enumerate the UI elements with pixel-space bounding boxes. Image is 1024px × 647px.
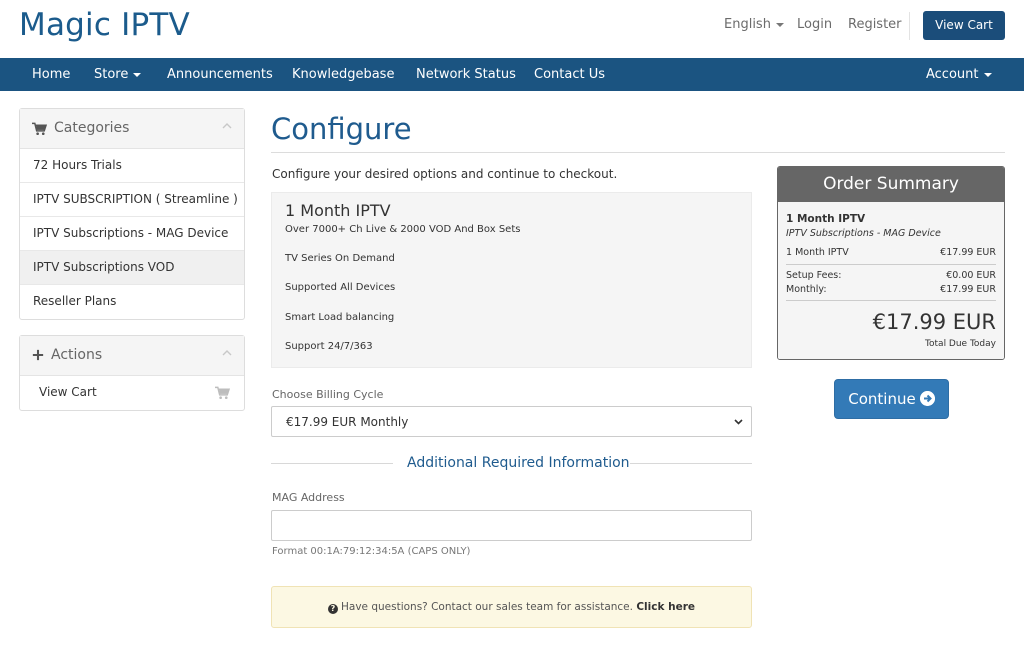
action-view-cart[interactable]: View Cart bbox=[20, 376, 244, 410]
intro-text: Configure your desired options and conti… bbox=[272, 167, 618, 181]
question-circle-icon: ? bbox=[327, 604, 338, 614]
category-item-iptv-subscriptions-mag[interactable]: IPTV Subscriptions - MAG Device bbox=[20, 217, 244, 251]
alert-text: Have questions? Contact our sales team f… bbox=[340, 601, 633, 613]
section-divider-left bbox=[271, 463, 393, 464]
continue-button[interactable]: Continue bbox=[834, 379, 949, 419]
continue-label: Continue bbox=[848, 390, 916, 408]
plus-icon bbox=[32, 349, 44, 361]
site-header: Magic IPTV English Login Register View C… bbox=[0, 0, 1024, 58]
nav-account-label: Account bbox=[926, 67, 979, 82]
language-dropdown[interactable]: English bbox=[724, 17, 784, 32]
product-info-box: 1 Month IPTV Over 7000+ Ch Live & 2000 V… bbox=[271, 192, 752, 368]
summary-line-label: 1 Month IPTV bbox=[786, 247, 849, 258]
nav-contact-us[interactable]: Contact Us bbox=[534, 58, 605, 91]
billing-cycle-select[interactable]: €17.99 EUR Monthly bbox=[271, 406, 752, 437]
additional-info-heading: Additional Required Information bbox=[407, 455, 630, 471]
nav-store-label: Store bbox=[94, 67, 129, 82]
nav-store[interactable]: Store bbox=[94, 58, 142, 91]
summary-setup-value: €0.00 EUR bbox=[946, 270, 996, 281]
summary-line-price: €17.99 EUR bbox=[940, 247, 996, 258]
caret-down-icon bbox=[133, 72, 142, 77]
sales-contact-alert: ? Have questions? Contact our sales team … bbox=[271, 586, 752, 628]
billing-cycle-label: Choose Billing Cycle bbox=[272, 388, 384, 401]
caret-down-icon bbox=[983, 72, 992, 77]
mag-address-label: MAG Address bbox=[272, 491, 345, 504]
language-label: English bbox=[724, 17, 771, 32]
summary-monthly-label: Monthly: bbox=[786, 284, 827, 295]
mag-address-input[interactable] bbox=[271, 510, 752, 541]
caret-down-icon bbox=[775, 22, 784, 27]
view-cart-button[interactable]: View Cart bbox=[923, 11, 1005, 40]
order-summary-title: Order Summary bbox=[778, 167, 1004, 202]
nav-announcements[interactable]: Announcements bbox=[167, 58, 273, 91]
categories-panel-header[interactable]: Categories bbox=[20, 109, 244, 149]
summary-product-name: 1 Month IPTV bbox=[786, 213, 866, 225]
login-link[interactable]: Login bbox=[797, 17, 832, 32]
categories-panel: Categories 72 Hours Trials IPTV SUBSCRIP… bbox=[19, 108, 245, 320]
actions-panel: Actions View Cart bbox=[19, 335, 245, 411]
summary-product-group: IPTV Subscriptions - MAG Device bbox=[786, 228, 941, 239]
site-logo[interactable]: Magic IPTV bbox=[19, 7, 190, 43]
section-divider-right bbox=[630, 463, 752, 464]
actions-panel-header[interactable]: Actions bbox=[20, 336, 244, 376]
actions-title: Actions bbox=[51, 347, 103, 363]
product-feature: Supported All Devices bbox=[285, 282, 396, 293]
summary-total-label: Total Due Today bbox=[925, 339, 996, 349]
category-item-reseller-plans[interactable]: Reseller Plans bbox=[20, 285, 244, 319]
product-name: 1 Month IPTV bbox=[285, 201, 391, 220]
chevron-down-icon bbox=[734, 419, 743, 425]
shopping-cart-icon bbox=[215, 386, 230, 399]
product-feature: Smart Load balancing bbox=[285, 312, 395, 323]
nav-network-status[interactable]: Network Status bbox=[416, 58, 516, 91]
summary-total: €17.99 EUR bbox=[872, 310, 996, 334]
header-divider bbox=[909, 12, 910, 40]
arrow-circle-right-icon bbox=[919, 391, 935, 406]
nav-knowledgebase[interactable]: Knowledgebase bbox=[292, 58, 394, 91]
summary-setup-label: Setup Fees: bbox=[786, 270, 842, 281]
chevron-up-icon[interactable] bbox=[222, 123, 232, 129]
nav-account[interactable]: Account bbox=[926, 58, 992, 91]
summary-divider bbox=[786, 264, 996, 265]
category-item-iptv-subscription-streamline[interactable]: IPTV SUBSCRIPTION ( Streamline ) bbox=[20, 183, 244, 217]
order-summary-panel: Order Summary 1 Month IPTV IPTV Subscrip… bbox=[777, 166, 1005, 360]
product-feature: TV Series On Demand bbox=[285, 253, 395, 264]
billing-cycle-value: €17.99 EUR Monthly bbox=[286, 415, 409, 429]
title-divider bbox=[271, 152, 1005, 153]
summary-divider bbox=[786, 300, 996, 301]
categories-title: Categories bbox=[54, 120, 130, 136]
category-item-72-hours-trials[interactable]: 72 Hours Trials bbox=[20, 149, 244, 183]
product-feature: Over 7000+ Ch Live & 2000 VOD And Box Se… bbox=[285, 224, 521, 235]
summary-monthly-value: €17.99 EUR bbox=[940, 284, 996, 295]
nav-home[interactable]: Home bbox=[32, 58, 70, 91]
category-item-iptv-subscriptions-vod[interactable]: IPTV Subscriptions VOD bbox=[20, 251, 244, 285]
alert-link[interactable]: Click here bbox=[636, 601, 695, 613]
product-feature: Support 24/7/363 bbox=[285, 341, 373, 352]
page-title: Configure bbox=[271, 112, 412, 146]
shopping-cart-icon bbox=[32, 122, 47, 135]
order-summary-body: 1 Month IPTV IPTV Subscriptions - MAG De… bbox=[778, 202, 1004, 359]
chevron-up-icon[interactable] bbox=[222, 350, 232, 356]
mag-address-help: Format 00:1A:79:12:34:5A (CAPS ONLY) bbox=[272, 546, 471, 557]
action-view-cart-label: View Cart bbox=[39, 385, 97, 399]
main-navbar: Home Store Announcements Knowledgebase N… bbox=[0, 58, 1024, 91]
register-link[interactable]: Register bbox=[848, 17, 902, 32]
